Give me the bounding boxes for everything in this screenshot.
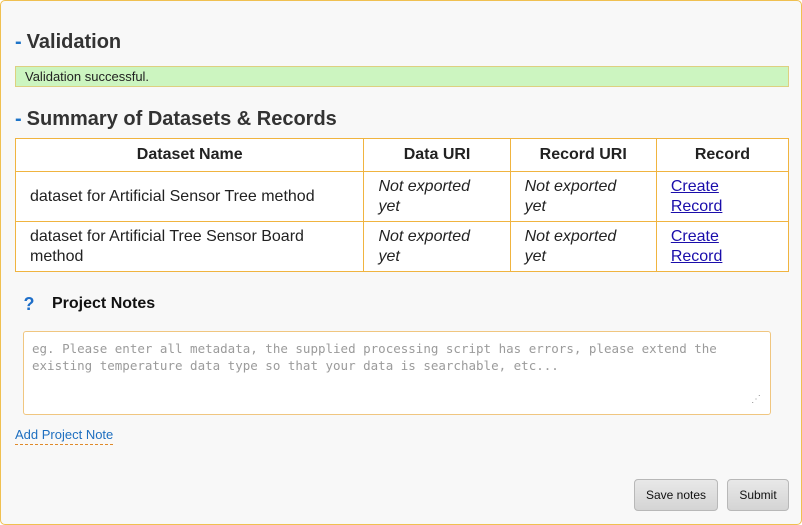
project-notes-title: Project Notes xyxy=(52,295,156,312)
create-record-link[interactable]: Create Record xyxy=(671,228,723,265)
table-row: dataset for Artificial Tree Sensor Board… xyxy=(14,221,790,272)
validation-collapse-toggle[interactable]: - xyxy=(15,31,22,53)
column-header-record-uri: Record URI xyxy=(509,138,657,172)
validation-message-text: Validation successful. xyxy=(25,69,150,84)
validation-panel: - Validation Validation successful. - Summ… xyxy=(0,0,802,525)
table-header-row: Dataset Name Data URI Record URI Record xyxy=(14,138,790,172)
summary-heading: - Summary of Datasets & Records xyxy=(15,108,337,131)
column-header-record: Record xyxy=(655,138,790,172)
project-notes-header: ? Project Notes xyxy=(21,294,156,314)
data-uri-cell: Not exported yet xyxy=(363,221,511,272)
record-uri-cell: Not exported yet xyxy=(509,221,657,272)
dataset-name-cell: dataset for Artificial Tree Sensor Board… xyxy=(14,221,365,272)
project-notes-textarea[interactable] xyxy=(23,331,771,415)
add-project-note-link[interactable]: Add Project Note xyxy=(15,427,114,445)
column-header-dataset-name: Dataset Name xyxy=(14,138,365,172)
save-notes-button[interactable]: Save notes xyxy=(634,479,718,511)
summary-collapse-toggle[interactable]: - xyxy=(15,108,22,130)
summary-heading-text: Summary of Datasets & Records xyxy=(26,108,337,130)
validation-heading: - Validation xyxy=(15,31,121,54)
record-cell: Create Record xyxy=(655,171,790,222)
record-uri-cell: Not exported yet xyxy=(509,171,657,222)
create-record-link[interactable]: Create Record xyxy=(671,178,723,215)
data-uri-cell: Not exported yet xyxy=(363,171,511,222)
help-icon[interactable]: ? xyxy=(21,294,37,314)
table-row: dataset for Artificial Sensor Tree metho… xyxy=(14,171,790,222)
submit-button[interactable]: Submit xyxy=(727,479,789,511)
validation-heading-text: Validation xyxy=(26,31,122,53)
dataset-name-cell: dataset for Artificial Sensor Tree metho… xyxy=(14,171,365,222)
validation-success-message: Validation successful. xyxy=(15,66,789,87)
column-header-data-uri: Data URI xyxy=(363,138,511,172)
record-cell: Create Record xyxy=(655,221,790,272)
datasets-records-table: Dataset Name Data URI Record URI Record … xyxy=(14,138,790,272)
resize-grip-icon[interactable]: ⋰ xyxy=(751,394,763,406)
